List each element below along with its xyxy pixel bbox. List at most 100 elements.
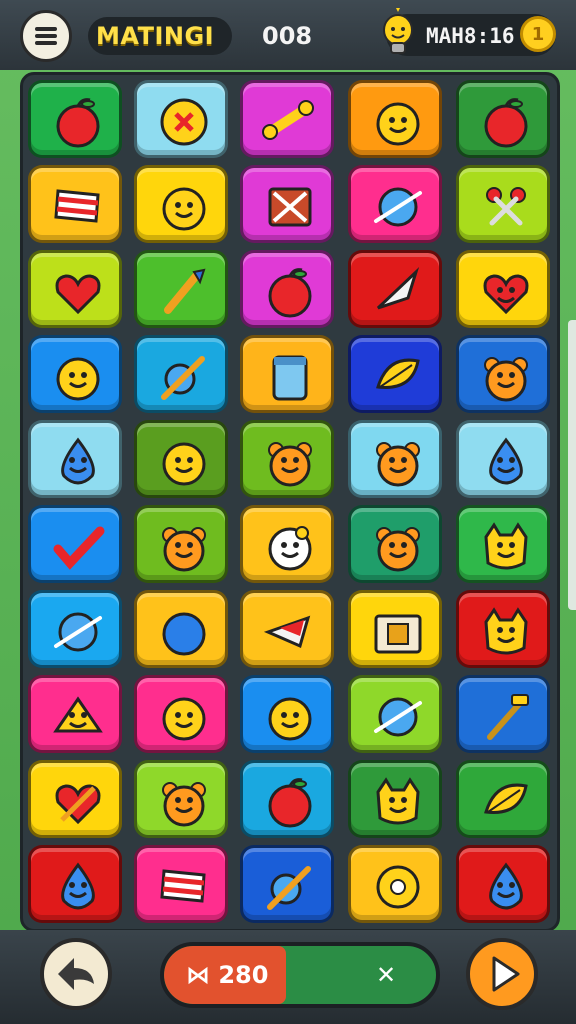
tile-r2-c3[interactable] <box>240 165 334 243</box>
apple-icon <box>268 268 312 318</box>
tile-r4-c1[interactable] <box>28 335 122 413</box>
tile-r6-c1[interactable] <box>28 505 122 583</box>
tile-r8-c4[interactable] <box>348 675 442 753</box>
tile-r1-c3[interactable] <box>240 80 334 158</box>
tile-r5-c4[interactable] <box>348 420 442 498</box>
progress-right-icon: ✕ <box>376 961 397 989</box>
tile-r9-c1[interactable] <box>28 760 122 838</box>
hamburger-icon <box>35 24 57 48</box>
tile-r5-c1[interactable] <box>28 420 122 498</box>
tile-r10-c2[interactable] <box>134 845 228 923</box>
tile-r3-c1[interactable] <box>28 250 122 328</box>
tile-r4-c5[interactable] <box>456 335 550 413</box>
tile-r4-c4[interactable] <box>348 335 442 413</box>
tile-r7-c2[interactable] <box>134 590 228 668</box>
carrot-heart-icon <box>55 784 101 825</box>
bear-icon <box>376 527 420 572</box>
flag-icon <box>54 189 100 223</box>
brush-icon <box>164 268 206 314</box>
tile-r2-c1[interactable] <box>28 165 122 243</box>
play-button[interactable] <box>466 938 538 1010</box>
game-title: MATINGI <box>96 22 215 50</box>
back-button[interactable] <box>40 938 112 1010</box>
play-icon <box>492 956 520 992</box>
tile-r8-c1[interactable] <box>28 675 122 753</box>
tile-r1-c2[interactable] <box>134 80 228 158</box>
menu-button[interactable] <box>20 10 72 62</box>
tile-r5-c3[interactable] <box>240 420 334 498</box>
cone-icon <box>263 615 311 649</box>
bubble-icon <box>376 865 420 909</box>
planet-icon <box>54 612 102 652</box>
tile-r10-c4[interactable] <box>348 845 442 923</box>
hammer-icon <box>487 694 529 740</box>
side-panel-edge <box>568 320 576 610</box>
tile-r3-c3[interactable] <box>240 250 334 328</box>
tile-r3-c2[interactable] <box>134 250 228 328</box>
bear-icon <box>162 527 206 572</box>
tile-r2-c5[interactable] <box>456 165 550 243</box>
tile-r9-c4[interactable] <box>348 760 442 838</box>
cat-icon <box>484 522 528 570</box>
bear-icon <box>484 357 528 402</box>
cup-icon <box>272 355 308 401</box>
tile-r7-c5[interactable] <box>456 590 550 668</box>
tile-r1-c4[interactable] <box>348 80 442 158</box>
tile-r8-c2[interactable] <box>134 675 228 753</box>
apple-icon <box>268 778 312 828</box>
drop-icon <box>61 437 95 485</box>
bear-icon <box>376 442 420 487</box>
tile-r10-c3[interactable] <box>240 845 334 923</box>
flag-icon <box>160 869 206 903</box>
tile-r8-c5[interactable] <box>456 675 550 753</box>
tile-r3-c4[interactable] <box>348 250 442 328</box>
tile-r1-c5[interactable] <box>456 80 550 158</box>
tile-r5-c5[interactable] <box>456 420 550 498</box>
bug-badge-icon <box>160 98 208 146</box>
tile-r8-c3[interactable] <box>240 675 334 753</box>
heart-face-icon <box>483 274 529 315</box>
tile-r6-c5[interactable] <box>456 505 550 583</box>
tile-r7-c3[interactable] <box>240 590 334 668</box>
coin-counter: MAH8:16 <box>426 24 515 48</box>
smiley-icon <box>56 357 100 401</box>
tile-r7-c1[interactable] <box>28 590 122 668</box>
tile-r5-c2[interactable] <box>134 420 228 498</box>
pen-planet-icon <box>267 866 311 910</box>
tile-r9-c5[interactable] <box>456 760 550 838</box>
smiley-icon <box>162 442 206 486</box>
bone-icon <box>262 100 314 140</box>
knife-icon <box>376 266 420 310</box>
tile-r1-c1[interactable] <box>28 80 122 158</box>
tile-r6-c4[interactable] <box>348 505 442 583</box>
tile-r6-c2[interactable] <box>134 505 228 583</box>
score-counter: 008 <box>262 22 313 50</box>
tile-r6-c3[interactable] <box>240 505 334 583</box>
bear-icon <box>268 442 312 487</box>
scissors-icon <box>486 187 526 226</box>
smiley-icon <box>162 187 206 231</box>
drop-icon <box>489 862 523 910</box>
tile-r4-c2[interactable] <box>134 335 228 413</box>
leaf-icon <box>376 358 420 389</box>
tile-r10-c5[interactable] <box>456 845 550 923</box>
planet-icon <box>374 697 422 737</box>
smiley-icon <box>162 697 206 741</box>
tile-r7-c4[interactable] <box>348 590 442 668</box>
tile-r3-c5[interactable] <box>456 250 550 328</box>
tile-r4-c3[interactable] <box>240 335 334 413</box>
box-icon <box>374 614 422 654</box>
bear-icon <box>162 782 206 827</box>
cat-icon <box>376 777 420 825</box>
tile-r2-c4[interactable] <box>348 165 442 243</box>
tile-r10-c1[interactable] <box>28 845 122 923</box>
lightbulb-character-icon[interactable] <box>380 8 416 60</box>
apple-icon <box>56 98 100 148</box>
apple-icon <box>484 98 528 148</box>
coin-icon: 1 <box>520 16 556 52</box>
tile-r9-c2[interactable] <box>134 760 228 838</box>
tile-r9-c3[interactable] <box>240 760 334 838</box>
tile-r2-c2[interactable] <box>134 165 228 243</box>
progress-left-label: ⋈ 280 <box>186 961 269 989</box>
cat-icon <box>484 607 528 655</box>
